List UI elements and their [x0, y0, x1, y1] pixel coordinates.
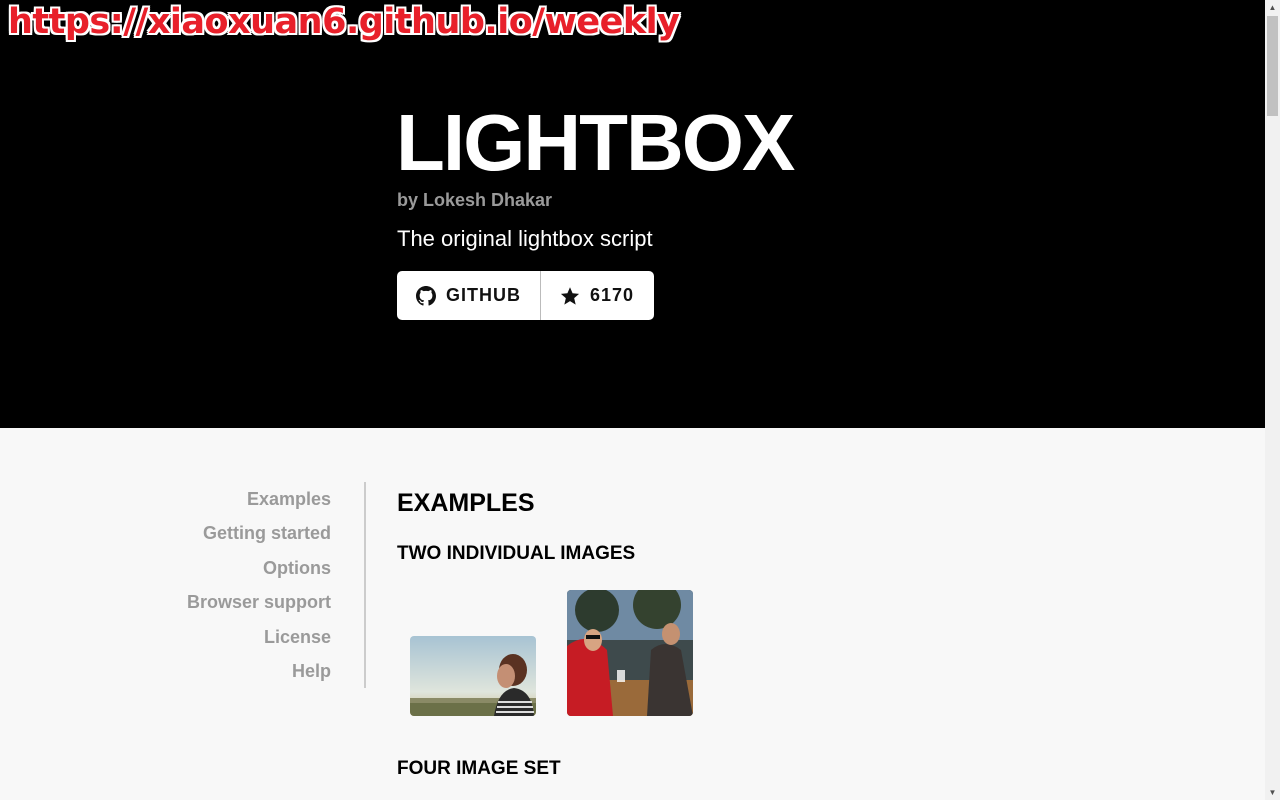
- page-title: LIGHTBOX: [396, 98, 795, 187]
- github-button-group: GITHUB 6170: [397, 271, 654, 320]
- woman-photo: [410, 636, 536, 716]
- stars-count: 6170: [590, 285, 635, 305]
- thumbnail-image-cafe[interactable]: [567, 590, 693, 716]
- subsection-title-two-images: TWO INDIVIDUAL IMAGES: [397, 543, 636, 564]
- sidebar-item-license[interactable]: License: [264, 627, 331, 648]
- author-byline: by Lokesh Dhakar: [397, 190, 553, 210]
- scroll-up-icon[interactable]: ▲: [1265, 0, 1280, 15]
- hero-banner: LIGHTBOX by Lokesh Dhakar The original l…: [0, 0, 1265, 428]
- sidebar-item-options[interactable]: Options: [263, 558, 331, 579]
- scroll-down-icon[interactable]: ▼: [1265, 785, 1280, 800]
- stars-button[interactable]: 6170: [541, 271, 634, 320]
- cafe-photo: [567, 590, 693, 716]
- github-icon: [416, 285, 436, 306]
- section-title-examples: EXAMPLES: [397, 489, 535, 517]
- sidebar-item-getting-started[interactable]: Getting started: [203, 523, 331, 544]
- sidebar-item-browser-support[interactable]: Browser support: [187, 592, 331, 613]
- github-button[interactable]: GITHUB: [397, 271, 541, 320]
- tagline: The original lightbox script: [397, 226, 653, 251]
- page-scrollbar[interactable]: ▲ ▼: [1265, 0, 1280, 800]
- watermark-url: https://xiaoxuan6.github.io/weekly: [8, 2, 680, 42]
- scroll-thumb[interactable]: [1267, 16, 1278, 116]
- subsection-title-four-image-set: FOUR IMAGE SET: [397, 758, 561, 779]
- sidebar-item-examples[interactable]: Examples: [247, 489, 331, 510]
- sidebar-item-help[interactable]: Help: [292, 661, 331, 682]
- github-label: GITHUB: [446, 285, 521, 305]
- star-icon: [560, 286, 580, 305]
- sidebar-nav: Examples Getting started Options Browser…: [150, 482, 366, 688]
- thumbnail-image-woman[interactable]: [410, 636, 536, 716]
